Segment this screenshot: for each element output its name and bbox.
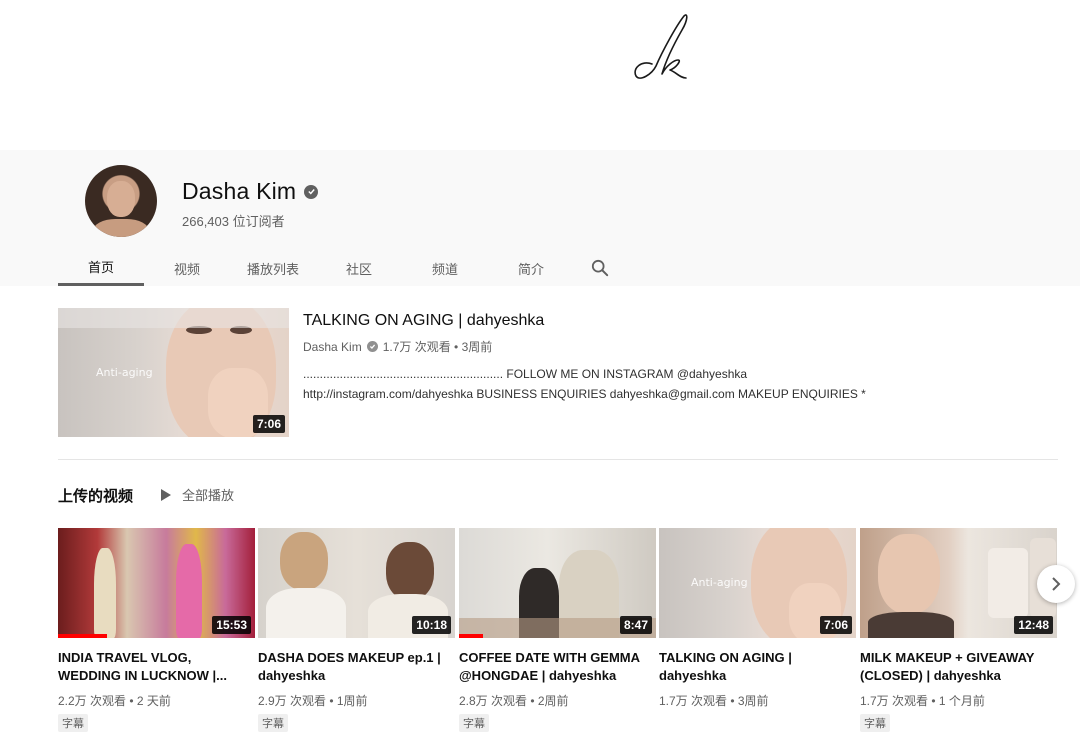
tab-community[interactable]: 社区 [316,250,402,286]
shelf-title[interactable]: 上传的视频 [58,485,133,506]
featured-video-title[interactable]: TALKING ON AGING | dahyeshka [303,312,544,330]
featured-video-meta: Dasha Kim 1.7万 次观看 • 3周前 [303,338,492,355]
tab-channels[interactable]: 频道 [402,250,488,286]
video-card[interactable]: Anti-aging 7:06 TALKING ON AGING | dahye… [659,528,856,709]
featured-channel-name[interactable]: Dasha Kim [303,340,362,354]
video-title[interactable]: TALKING ON AGING | dahyeshka [659,649,856,685]
section-divider [58,459,1058,460]
video-title[interactable]: INDIA TRAVEL VLOG, WEDDING IN LUCKNOW |.… [58,649,255,685]
video-stats: 2.2万 次观看 • 2 天前 [58,694,171,708]
description-line: http://instagram.com/dahyeshka BUSINESS … [303,387,866,401]
caption-badge: 字幕 [258,714,288,732]
verified-icon [304,184,319,199]
video-title[interactable]: MILK MAKEUP + GIVEAWAY (CLOSED) | dahyes… [860,649,1057,685]
caption-badge: 字幕 [459,714,489,732]
video-card[interactable]: 12:48 MILK MAKEUP + GIVEAWAY (CLOSED) | … [860,528,1057,732]
video-thumbnail[interactable]: Anti-aging 7:06 [659,528,856,638]
video-duration: 7:06 [819,616,852,634]
tab-videos[interactable]: 视频 [144,250,230,286]
caption-badge: 字幕 [860,714,890,732]
description-line: ........................................… [303,367,748,381]
featured-video-thumbnail[interactable]: Anti-aging 7:06 [58,308,289,437]
video-duration: 10:18 [412,616,451,634]
video-thumbnail[interactable]: 10:18 [258,528,455,638]
caption-badge: 字幕 [58,714,88,732]
featured-video-description: ........................................… [303,364,943,404]
shelf-next-button[interactable] [1037,565,1075,603]
watch-progress [459,634,483,638]
chevron-right-icon [1052,577,1061,591]
search-icon [591,259,609,277]
signature-logo-icon [634,14,688,79]
video-thumbnail[interactable]: 12:48 [860,528,1057,638]
video-title[interactable]: COFFEE DATE WITH GEMMA @HONGDAE | dahyes… [459,649,656,685]
video-stats: 2.8万 次观看 • 2周前 [459,694,569,708]
play-icon [161,488,171,501]
verified-icon [366,341,378,352]
tab-playlists[interactable]: 播放列表 [230,250,316,286]
video-card[interactable]: 10:18 DASHA DOES MAKEUP ep.1 | dahyeshka… [258,528,455,732]
tab-home[interactable]: 首页 [58,250,144,286]
tab-about[interactable]: 简介 [488,250,574,286]
video-stats: 1.7万 次观看 • 3周前 [659,694,769,708]
video-thumb-text: Anti-aging [691,576,748,589]
video-title[interactable]: DASHA DOES MAKEUP ep.1 | dahyeshka [258,649,455,685]
video-stats: 1.7万 次观看 • 1 个月前 [860,694,985,708]
video-thumbnail[interactable]: 8:47 [459,528,656,638]
video-duration: 12:48 [1014,616,1053,634]
watch-progress [58,634,108,638]
video-duration: 15:53 [212,616,251,634]
play-all-button[interactable]: 全部播放 [160,485,234,504]
channel-tabs: 首页 视频 播放列表 社区 频道 简介 [58,250,620,286]
play-all-label: 全部播放 [182,488,235,503]
channel-search-button[interactable] [580,250,620,286]
channel-header: Dasha Kim 266,403 位订阅者 首页 视频 播放列表 社区 频道 … [0,150,1080,286]
featured-video-stats: 1.7万 次观看 • 3周前 [382,340,493,354]
channel-name: Dasha Kim [182,178,297,204]
video-card[interactable]: 8:47 COFFEE DATE WITH GEMMA @HONGDAE | d… [459,528,656,732]
video-stats: 2.9万 次观看 • 1周前 [258,694,368,708]
video-thumbnail[interactable]: 15:53 [58,528,255,638]
channel-banner [0,0,1080,150]
featured-duration: 7:06 [252,415,285,433]
subscriber-count: 266,403 位订阅者 [182,214,285,229]
channel-avatar[interactable] [85,165,157,237]
featured-thumb-text: Anti-aging [96,366,153,379]
video-duration: 8:47 [619,616,652,634]
channel-name-row: Dasha Kim [182,178,319,205]
video-card[interactable]: 15:53 INDIA TRAVEL VLOG, WEDDING IN LUCK… [58,528,255,732]
